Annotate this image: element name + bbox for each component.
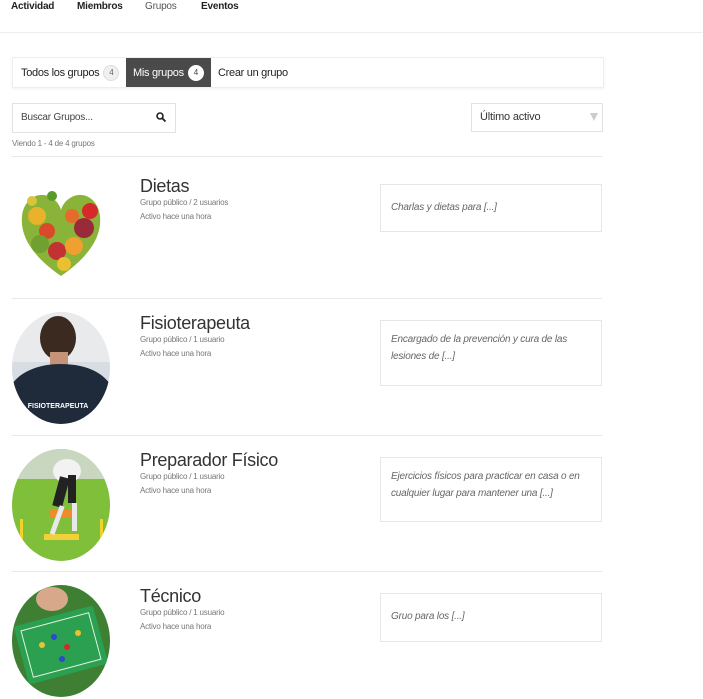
group-avatar-dietas[interactable]	[12, 176, 110, 288]
tab-my-groups[interactable]: Mis grupos 4	[126, 58, 211, 87]
group-description: Ejercicios físicos para practicar en cas…	[380, 457, 602, 522]
group-description: Gruo para los [...]	[380, 593, 602, 642]
sort-select[interactable]: Último activo	[471, 103, 603, 132]
top-nav: Actividad Miembros Grupos Eventos	[0, 0, 703, 33]
group-activity: Activo hace una hora	[140, 486, 212, 495]
tab-create-label: Crear un grupo	[218, 66, 288, 79]
divider	[12, 156, 602, 157]
athlete-training-icon	[12, 449, 110, 561]
search-icon[interactable]	[155, 111, 167, 123]
tab-mine-label: Mis grupos	[133, 66, 184, 79]
fruit-heart-icon	[12, 176, 110, 288]
nav-events[interactable]: Eventos	[201, 1, 239, 12]
tab-all-groups[interactable]: Todos los grupos 4	[13, 58, 135, 87]
group-activity: Activo hace una hora	[140, 349, 212, 358]
group-description: Charlas y dietas para [...]	[380, 184, 602, 232]
group-meta: Grupo público / 1 usuario	[140, 335, 225, 344]
viewing-count: Viendo 1 - 4 de 4 grupos	[12, 139, 95, 148]
group-title[interactable]: Técnico	[140, 586, 201, 607]
nav-activity[interactable]: Actividad	[11, 1, 54, 12]
tab-create-group[interactable]: Crear un grupo	[218, 58, 308, 87]
search-input[interactable]: Buscar Grupos...	[21, 112, 93, 123]
group-avatar-tecnico[interactable]	[12, 585, 110, 697]
nav-groups[interactable]: Grupos	[145, 1, 177, 12]
tab-all-label: Todos los grupos	[21, 66, 100, 79]
divider	[12, 571, 602, 572]
tactics-board-icon	[12, 585, 110, 697]
group-avatar-fisioterapeuta[interactable]: FISIOTERAPEUTA	[12, 312, 110, 424]
group-activity: Activo hace una hora	[140, 212, 212, 221]
group-title[interactable]: Dietas	[140, 176, 190, 197]
physio-person-icon: FISIOTERAPEUTA	[12, 312, 110, 424]
group-meta: Grupo público / 2 usuarios	[140, 198, 229, 207]
group-tabs: Todos los grupos 4 Mis grupos 4 Crear un…	[12, 57, 604, 88]
sort-selected: Último activo	[480, 111, 541, 123]
divider	[12, 435, 602, 436]
group-title[interactable]: Preparador Físico	[140, 450, 278, 471]
group-title[interactable]: Fisioterapeuta	[140, 313, 250, 334]
search-box[interactable]: Buscar Grupos...	[12, 103, 176, 133]
group-activity: Activo hace una hora	[140, 622, 212, 631]
chevron-down-icon	[590, 113, 598, 121]
avatar-text: FISIOTERAPEUTA	[28, 403, 89, 410]
tab-all-count: 4	[103, 64, 120, 81]
divider	[12, 298, 602, 299]
group-meta: Grupo público / 1 usuario	[140, 608, 225, 617]
tab-mine-count: 4	[187, 64, 204, 81]
nav-members[interactable]: Miembros	[77, 1, 123, 12]
group-description: Encargado de la prevención y cura de las…	[380, 320, 602, 386]
group-avatar-preparador[interactable]	[12, 449, 110, 561]
group-meta: Grupo público / 1 usuario	[140, 472, 225, 481]
